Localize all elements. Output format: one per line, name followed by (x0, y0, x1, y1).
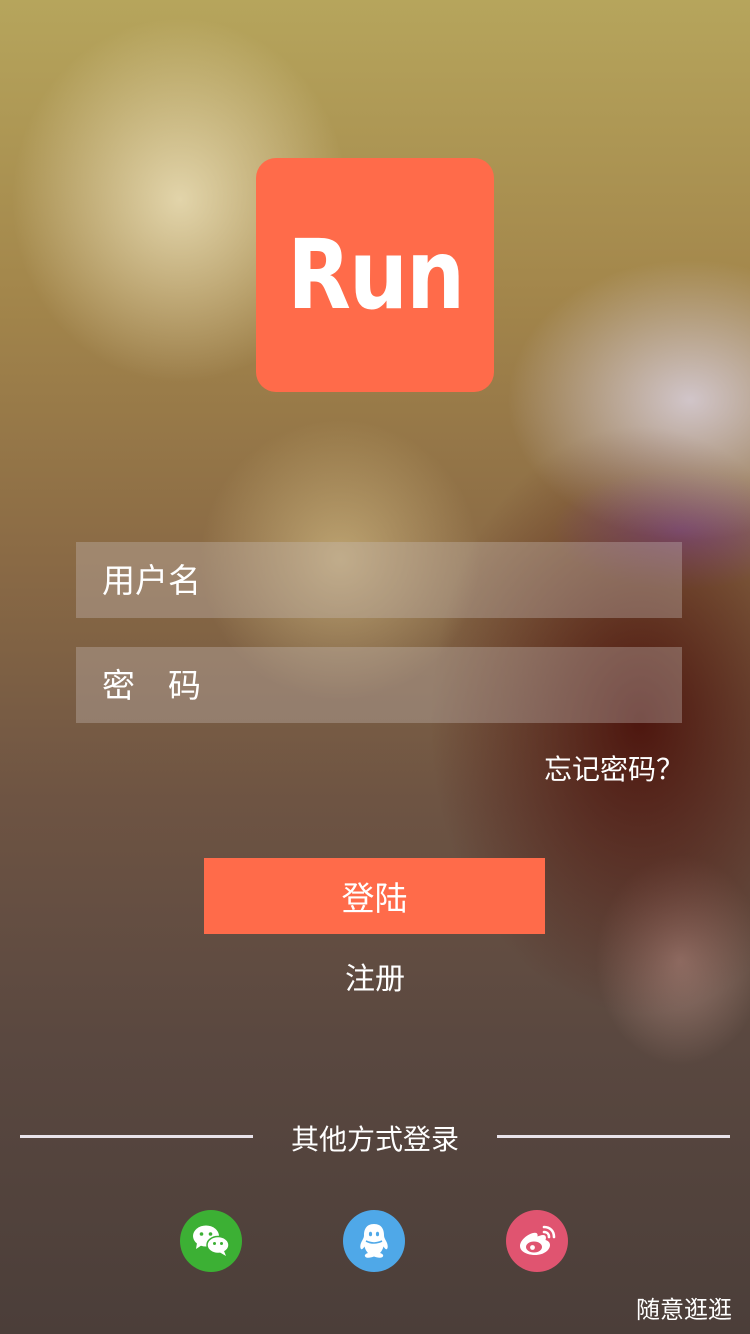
logo-text: Run (287, 219, 465, 331)
other-login-title: 其他方式登录 (290, 1123, 459, 1156)
password-field (76, 647, 682, 723)
username-field (76, 542, 682, 618)
username-input[interactable] (76, 542, 682, 618)
divider-right (497, 1135, 730, 1138)
wechat-icon (193, 1225, 230, 1256)
divider-left (20, 1135, 253, 1138)
app-logo: Run (256, 158, 494, 392)
weibo-icon (520, 1225, 556, 1255)
qq-login-button[interactable] (343, 1210, 405, 1272)
forgot-password-link[interactable]: 忘记密码？ (544, 748, 684, 788)
browse-link[interactable]: 随意逛逛 (636, 1290, 732, 1325)
wechat-login-button[interactable] (180, 1210, 242, 1272)
login-button[interactable]: 登陆 (204, 858, 545, 934)
login-screen: Run 忘记密码？ 登陆 注册 其他方式登录 (0, 0, 750, 1334)
weibo-login-button[interactable] (506, 1210, 568, 1272)
register-link[interactable]: 注册 (0, 954, 750, 998)
password-input[interactable] (76, 647, 682, 723)
qq-icon (360, 1224, 388, 1258)
